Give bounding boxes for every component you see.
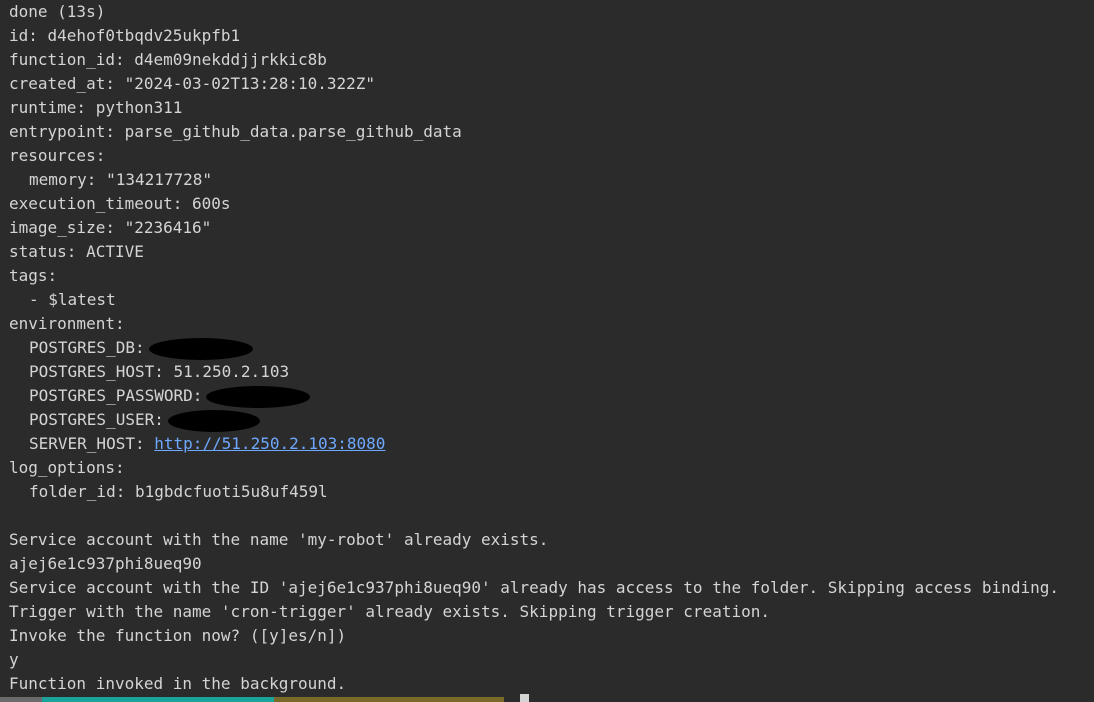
redaction-mark	[148, 337, 253, 360]
id-line: id: d4ehof0tbqdv25ukpfb1	[9, 26, 241, 45]
tag-latest-line: - $latest	[29, 290, 116, 309]
status-bar	[0, 697, 1094, 702]
postgres-user-key: POSTGRES_USER:	[29, 410, 164, 429]
service-account-exists-line: Service account with the name 'my-robot'…	[9, 530, 549, 549]
log-options-line: log_options:	[9, 458, 125, 477]
status-line: status: ACTIVE	[9, 242, 144, 261]
text-cursor[interactable]	[520, 694, 529, 702]
status-bar-segment	[42, 697, 274, 702]
postgres-password-key: POSTGRES_PASSWORD:	[29, 386, 203, 405]
answer-line: y	[9, 650, 19, 669]
execution-timeout-line: execution_timeout: 600s	[9, 194, 231, 213]
server-host-line: SERVER_HOST: http://51.250.2.103:8080	[9, 432, 1094, 456]
function-id-line: function_id: d4em09nekddjjrkkic8b	[9, 50, 327, 69]
runtime-line: runtime: python311	[9, 98, 183, 117]
status-bar-segment	[274, 697, 504, 702]
server-host-key: SERVER_HOST:	[29, 434, 155, 453]
image-size-line: image_size: "2236416"	[9, 218, 212, 237]
entrypoint-line: entrypoint: parse_github_data.parse_gith…	[9, 122, 462, 141]
postgres-host-line: POSTGRES_HOST: 51.250.2.103	[29, 362, 290, 381]
environment-line: environment:	[9, 314, 125, 333]
postgres-password-line: POSTGRES_PASSWORD:	[9, 384, 1094, 408]
status-bar-segment	[0, 697, 42, 702]
redaction-mark	[206, 385, 311, 408]
folder-id-line: folder_id: b1gbdcfuoti5u8uf459l	[29, 482, 328, 501]
postgres-user-line: POSTGRES_USER:	[9, 408, 1094, 432]
service-account-access-line: Service account with the ID 'ajej6e1c937…	[9, 578, 1059, 597]
command-status-line: done (13s)	[9, 2, 106, 21]
service-account-id-line: ajej6e1c937phi8ueq90	[9, 554, 202, 573]
resources-line: resources:	[9, 146, 106, 165]
invoke-prompt-line: Invoke the function now? ([y]es/n])	[9, 626, 347, 645]
created-at-line: created_at: "2024-03-02T13:28:10.322Z"	[9, 74, 376, 93]
memory-line: memory: "134217728"	[29, 170, 213, 189]
redaction-mark	[167, 409, 260, 432]
terminal-window[interactable]: done (13s) id: d4ehof0tbqdv25ukpfb1 func…	[0, 0, 1094, 702]
server-host-link[interactable]: http://51.250.2.103:8080	[154, 434, 385, 453]
trigger-exists-line: Trigger with the name 'cron-trigger' alr…	[9, 602, 770, 621]
postgres-db-key: POSTGRES_DB:	[29, 338, 145, 357]
invoked-line: Function invoked in the background.	[9, 674, 347, 693]
postgres-db-line: POSTGRES_DB:	[9, 336, 1094, 360]
tags-line: tags:	[9, 266, 58, 285]
